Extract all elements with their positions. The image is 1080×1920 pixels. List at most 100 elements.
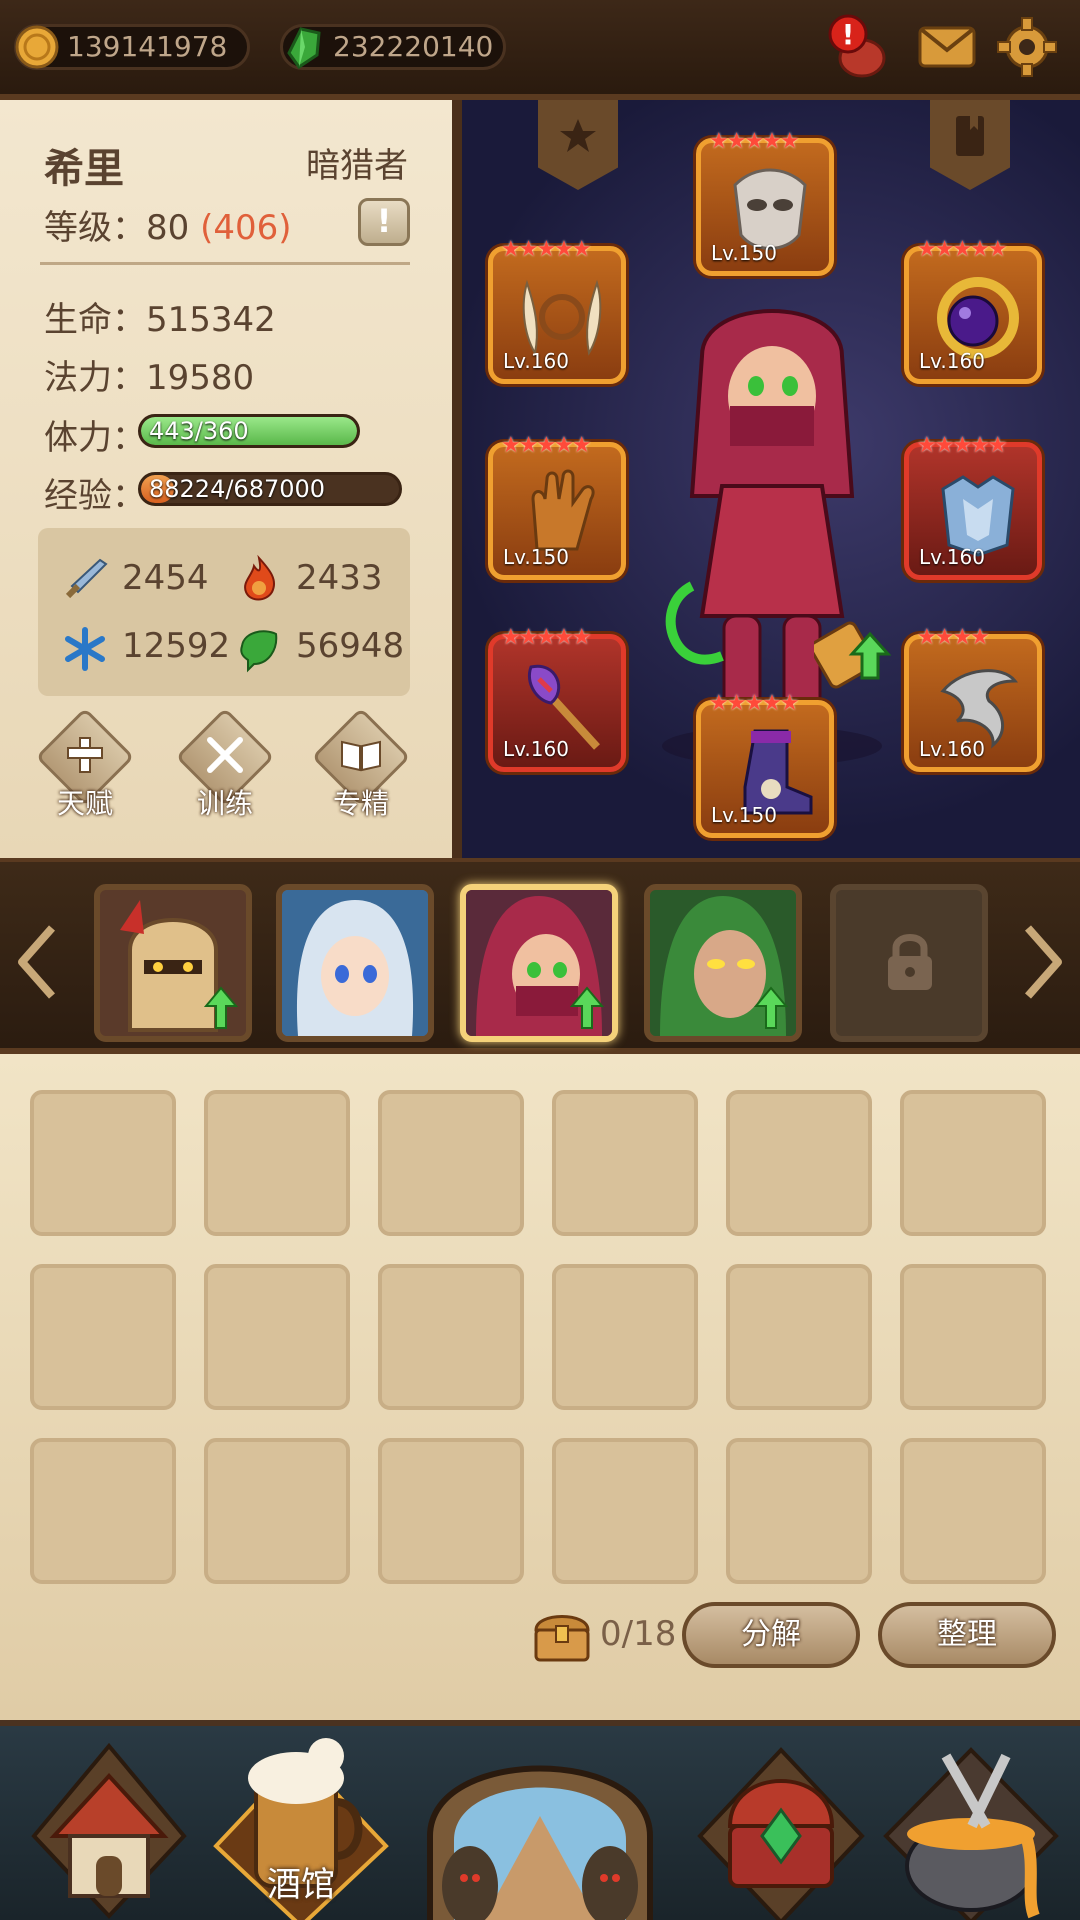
frost-value: 12592	[122, 626, 231, 666]
nav-forge[interactable]	[876, 1726, 1066, 1920]
inventory-count: 0/18	[600, 1614, 677, 1654]
inventory-slot[interactable]	[726, 1264, 872, 1410]
equipment-area: ★★★★★ Lv.150 ★★★★★ Lv.160 ★★★★★ Lv.160 ★…	[462, 100, 1080, 858]
house-icon	[31, 1742, 187, 1919]
cross-icon	[67, 737, 103, 773]
level-label: 等级：	[44, 208, 146, 248]
gem-counter[interactable]: 232220140	[280, 24, 506, 70]
stamina-value: 443/360	[149, 417, 249, 445]
level-value: 80	[146, 208, 190, 248]
boots-stars: ★★★★★	[709, 691, 800, 716]
fire-icon	[244, 554, 276, 601]
inventory-slot[interactable]	[900, 1438, 1046, 1584]
fire-value: 2433	[296, 558, 383, 598]
hp-row: 生命：515342	[44, 292, 276, 341]
equip-slot-boots[interactable]: ★★★★★ Lv.150	[696, 691, 834, 838]
inventory-slot[interactable]	[900, 1264, 1046, 1410]
chevron-right-icon[interactable]	[1018, 922, 1068, 1002]
hero-info-panel: 希里 暗猎者 等级：80 (406) ! 生命：515342 法力：19580 …	[0, 100, 462, 858]
gloves-level: Lv.150	[503, 545, 569, 569]
equip-slot-staff[interactable]: ★★★★★ Lv.160	[488, 625, 626, 772]
inventory-slot[interactable]	[204, 1438, 350, 1584]
hp-value: 515342	[146, 300, 276, 340]
decompose-button[interactable]: 分解	[682, 1602, 860, 1668]
gem-amount: 232220140	[333, 30, 494, 63]
equip-slot-armor[interactable]: ★★★★★ Lv.160	[904, 433, 1042, 580]
equip-slot-mask[interactable]: ★★★★★ Lv.150	[696, 129, 834, 276]
inventory-slot[interactable]	[552, 1438, 698, 1584]
fangs-stars: ★★★★★	[501, 237, 592, 262]
talent-label: 天赋	[56, 787, 113, 820]
bookmark-tab[interactable]	[930, 100, 1010, 190]
equip-slot-gloves[interactable]: ★★★★★ Lv.150	[488, 433, 626, 580]
sort-button[interactable]: 整理	[878, 1602, 1056, 1668]
train-button[interactable]: 训练	[170, 707, 280, 824]
bookmark-icon	[956, 116, 984, 156]
inventory-slot[interactable]	[378, 1264, 524, 1410]
equip-slot-blade[interactable]: ★★★★ Lv.160	[904, 625, 1042, 772]
treasure-chest-nav-icon	[697, 1747, 865, 1920]
chevron-left-icon[interactable]	[12, 922, 62, 1002]
mail-icon[interactable]	[914, 14, 980, 80]
staff-level: Lv.160	[503, 737, 569, 761]
inventory-slot[interactable]	[30, 1264, 176, 1410]
level-bonus: (406)	[200, 208, 292, 248]
hero-level-row: 等级：80 (406)	[44, 200, 292, 249]
inventory-slot[interactable]	[552, 1264, 698, 1410]
adventure-portal-icon	[427, 1765, 653, 1920]
quest-pot-icon[interactable]: !	[822, 14, 888, 80]
armor-stars: ★★★★★	[917, 433, 1008, 458]
sword-icon	[65, 558, 108, 599]
inventory-slot[interactable]	[726, 1090, 872, 1236]
equip-slot-fangs[interactable]: ★★★★★ Lv.160	[488, 237, 626, 384]
settings-gear-icon[interactable]	[994, 14, 1060, 80]
hero-portrait-dark-hunter[interactable]	[460, 884, 618, 1042]
gold-counter[interactable]: 139141978	[14, 24, 250, 70]
inventory-slot[interactable]	[552, 1090, 698, 1236]
talent-button[interactable]: 天赋	[30, 707, 140, 824]
hp-label: 生命：	[44, 300, 146, 340]
nav-tavern[interactable]: 酒馆	[206, 1726, 396, 1920]
attack-value: 2454	[122, 558, 209, 598]
inventory-slot[interactable]	[204, 1264, 350, 1410]
fangs-level: Lv.160	[503, 349, 569, 373]
gold-coin-icon	[15, 25, 59, 69]
hero-portrait-paladin[interactable]	[94, 884, 252, 1042]
upgrade-arrow-icon	[570, 986, 604, 1029]
mp-row: 法力：19580	[44, 350, 254, 399]
hero-slot-locked[interactable]	[830, 884, 988, 1042]
green-gem-icon	[287, 27, 321, 70]
nav-treasure[interactable]	[686, 1726, 876, 1920]
inventory-slot[interactable]	[378, 1438, 524, 1584]
hero-portrait-frost[interactable]	[276, 884, 434, 1042]
info-icon: !	[376, 202, 392, 240]
level-info-button[interactable]: !	[358, 198, 410, 246]
forge-cauldron-icon	[883, 1747, 1059, 1920]
nature-leaf-icon	[240, 630, 278, 673]
nav-adventure[interactable]	[400, 1726, 680, 1920]
specialize-button[interactable]: 专精	[306, 707, 416, 824]
inventory-slot[interactable]	[378, 1090, 524, 1236]
inventory-slot[interactable]	[30, 1090, 176, 1236]
hero-name: 希里	[44, 146, 124, 192]
upgrade-equipment-icon[interactable]	[814, 614, 894, 694]
lock-icon	[888, 934, 932, 990]
favorite-tab[interactable]	[538, 100, 618, 190]
hero-portrait-druid[interactable]	[644, 884, 802, 1042]
blade-level: Lv.160	[919, 737, 985, 761]
inventory-slot[interactable]	[30, 1438, 176, 1584]
attribute-box: 2454 2433 12592 56948	[38, 528, 410, 696]
armor-level: Lv.160	[919, 545, 985, 569]
inventory-slot[interactable]	[900, 1090, 1046, 1236]
inventory-slot[interactable]	[204, 1090, 350, 1236]
upgrade-arrow-icon	[204, 986, 238, 1029]
hero-class: 暗猎者	[306, 146, 408, 186]
gloves-stars: ★★★★★	[501, 433, 592, 458]
equip-slot-orb[interactable]: ★★★★★ Lv.160	[904, 237, 1042, 384]
exp-value: 88224/687000	[149, 475, 326, 503]
nature-value: 56948	[296, 626, 405, 666]
crossed-swords-icon	[207, 737, 243, 773]
inventory-slot[interactable]	[726, 1438, 872, 1584]
nav-home[interactable]	[14, 1726, 204, 1920]
svg-text:!: !	[842, 18, 855, 51]
